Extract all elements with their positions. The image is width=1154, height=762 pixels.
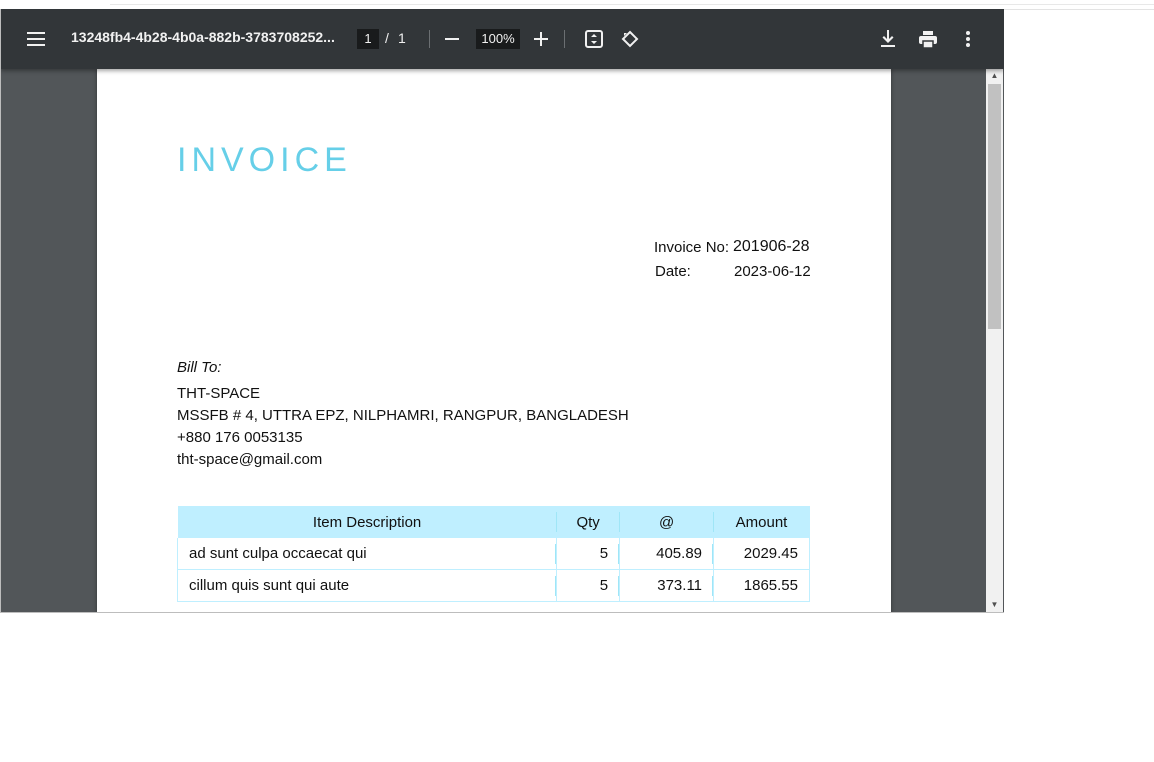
pdf-toolbar: 13248fb4-4b28-4b0a-882b-3783708252... 1 … <box>1 9 1004 69</box>
pdf-page: INVOICE Invoice No: 201906-28 Date: 2023… <box>97 69 891 612</box>
table-header-row: Item Description Qty @ Amount <box>177 506 810 538</box>
bill-to-company: THT-SPACE <box>177 385 261 402</box>
scroll-down-arrow-icon[interactable]: ▼ <box>986 598 1003 612</box>
print-icon[interactable] <box>914 25 942 53</box>
document-title: 13248fb4-4b28-4b0a-882b-3783708252... <box>71 29 335 45</box>
pdf-viewer: 13248fb4-4b28-4b0a-882b-3783708252... 1 … <box>0 9 1004 613</box>
column-header-description: Item Description <box>177 506 557 538</box>
bill-to-phone: +880 176 0053135 <box>177 429 303 446</box>
item-description: cillum quis sunt qui aute <box>176 569 557 602</box>
item-qty: 5 <box>556 569 620 602</box>
table-row: ad sunt culpa occaecat qui 5 405.89 2029… <box>176 538 810 570</box>
item-rate: 405.89 <box>619 538 714 570</box>
table-row: cillum quis sunt qui aute 5 373.11 1865.… <box>176 569 810 602</box>
invoice-heading: INVOICE <box>177 141 352 179</box>
invoice-number-value: 201906-28 <box>733 238 810 255</box>
tab-strip-edge <box>110 0 1154 5</box>
item-rate: 373.11 <box>619 569 714 602</box>
item-amount: 2029.45 <box>713 538 810 570</box>
document-scroll-area[interactable]: INVOICE Invoice No: 201906-28 Date: 2023… <box>1 69 986 612</box>
bill-to-email: tht-space@gmail.com <box>177 451 323 468</box>
rotate-icon[interactable] <box>616 25 644 53</box>
scroll-up-arrow-icon[interactable]: ▲ <box>986 69 1003 83</box>
column-header-qty: Qty <box>556 506 620 538</box>
column-header-amount: Amount <box>713 506 810 538</box>
item-qty: 5 <box>556 538 620 570</box>
vertical-scrollbar[interactable]: ▲ ▼ <box>986 69 1003 612</box>
fit-page-icon[interactable] <box>580 25 608 53</box>
minus-icon[interactable] <box>438 25 466 53</box>
toolbar-divider <box>564 30 565 48</box>
plus-icon[interactable] <box>527 25 555 53</box>
download-icon[interactable] <box>874 25 902 53</box>
bill-to-label: Bill To: <box>177 359 222 376</box>
scrollbar-thumb[interactable] <box>988 84 1001 329</box>
item-description: ad sunt culpa occaecat qui <box>176 538 557 570</box>
page-total: 1 <box>398 30 406 46</box>
page-separator: / <box>385 30 389 46</box>
page-number-input[interactable]: 1 <box>357 29 379 49</box>
more-vert-icon[interactable] <box>954 25 982 53</box>
items-table: Item Description Qty @ Amount ad sunt cu… <box>176 506 810 602</box>
column-header-rate: @ <box>619 506 714 538</box>
date-value: 2023-06-12 <box>734 263 811 280</box>
bill-to-address: MSSFB # 4, UTTRA EPZ, NILPHAMRI, RANGPUR… <box>177 407 629 424</box>
toolbar-divider <box>429 30 430 48</box>
item-amount: 1865.55 <box>713 569 810 602</box>
date-label: Date: <box>655 263 691 280</box>
zoom-level-input[interactable]: 100% <box>476 29 520 49</box>
invoice-number-label: Invoice No: <box>654 239 730 256</box>
menu-icon[interactable] <box>22 25 50 53</box>
